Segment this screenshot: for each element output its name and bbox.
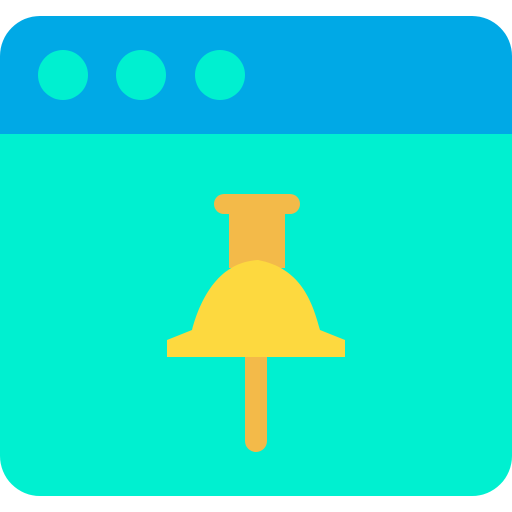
pushpin-icon (167, 194, 345, 452)
browser-window-pushpin-icon (0, 0, 512, 512)
pushpin-head (167, 260, 345, 357)
pushpin-neck (229, 208, 285, 268)
